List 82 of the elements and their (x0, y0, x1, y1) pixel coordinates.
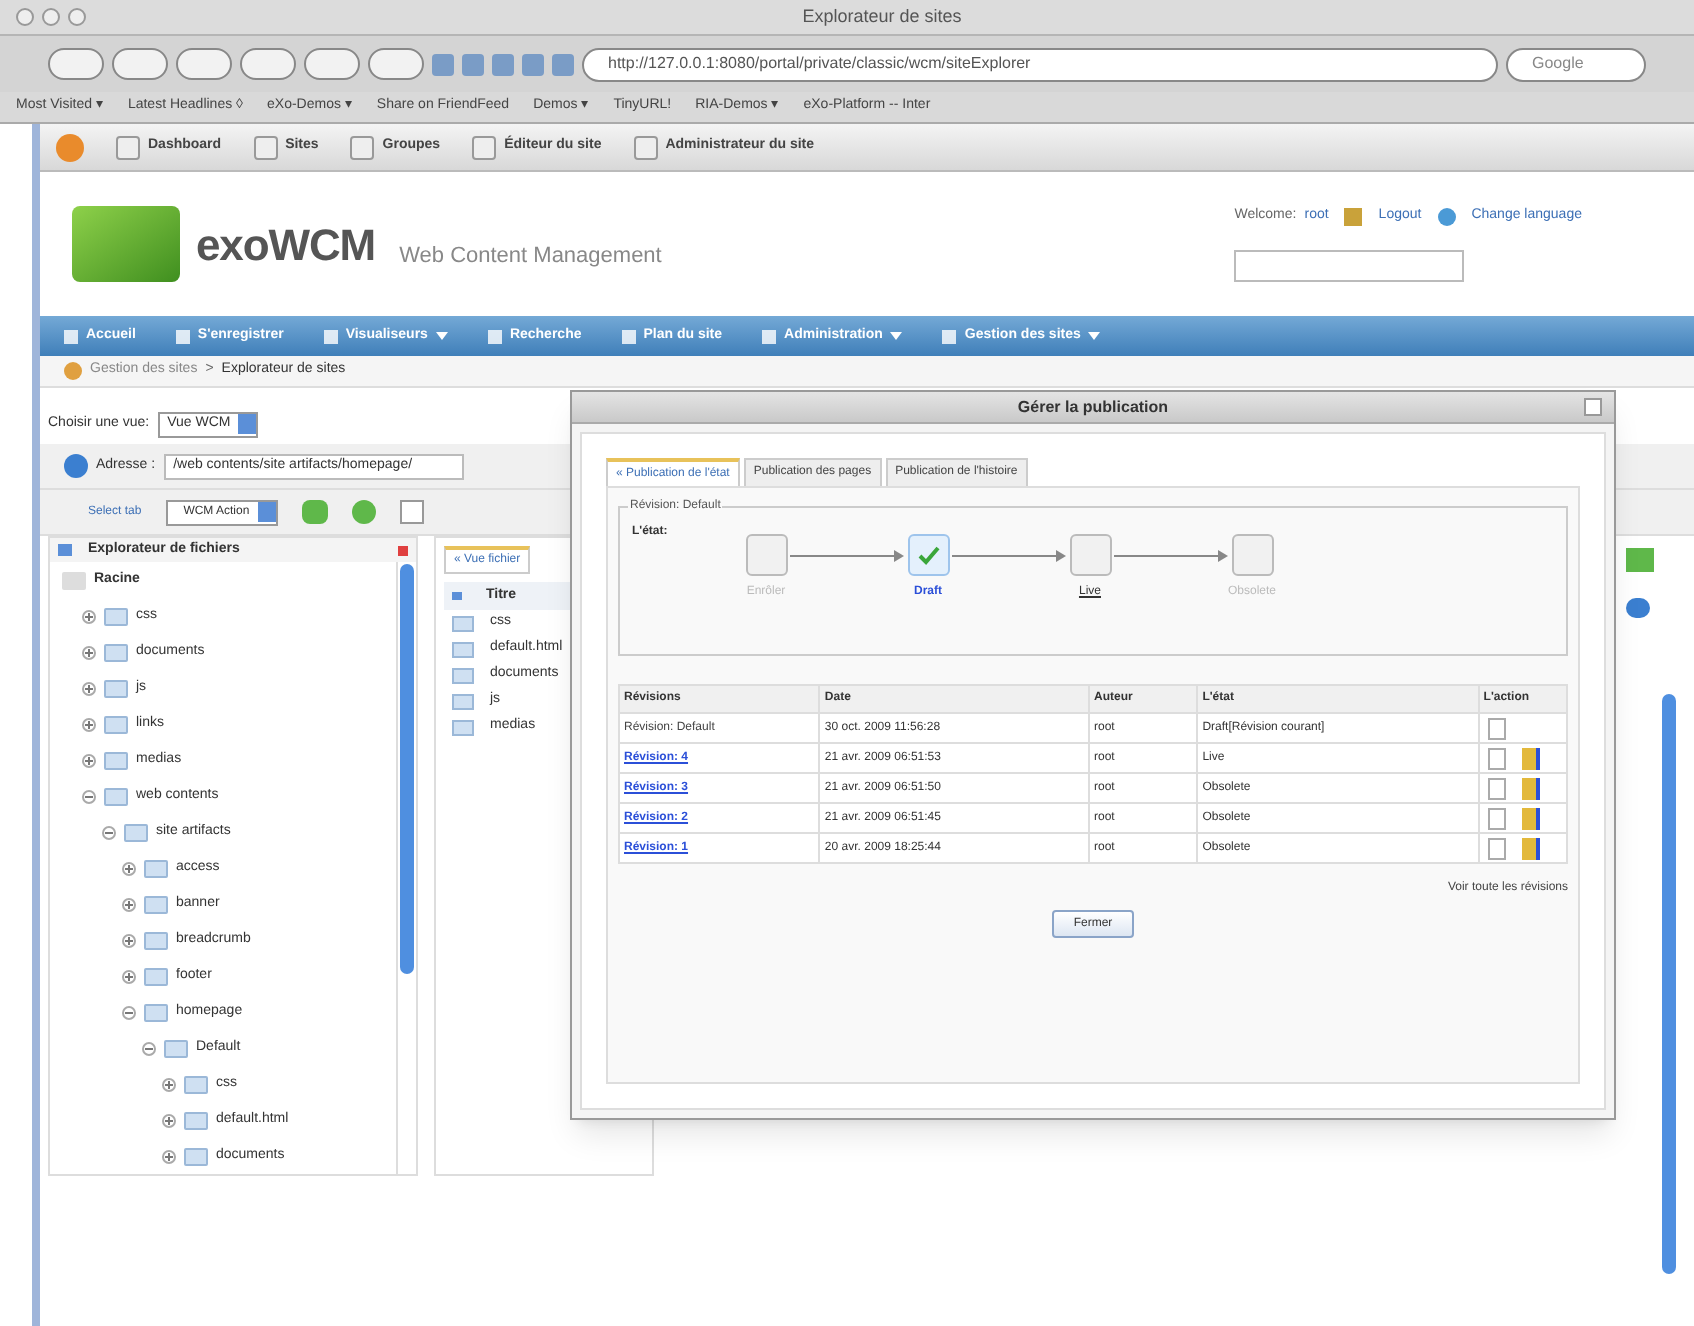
document-icon[interactable] (1487, 747, 1506, 769)
scrollbar-thumb[interactable] (1662, 694, 1676, 1274)
file-icon (452, 641, 474, 657)
folder-icon (184, 1075, 208, 1093)
dropdown-caret-icon[interactable] (1088, 330, 1101, 342)
document-icon[interactable] (1487, 807, 1506, 829)
nav-item-icon (762, 329, 777, 343)
nav-item-icon (621, 329, 636, 343)
toolbar-icon[interactable] (253, 135, 278, 159)
toolbar-icon[interactable] (522, 53, 544, 75)
folder-icon (184, 1111, 208, 1129)
expand-icon[interactable] (82, 645, 96, 659)
file-icon (452, 615, 474, 631)
nav-item-icon (942, 329, 957, 343)
folder-icon (62, 571, 86, 589)
logo-text: exoWCM (196, 217, 376, 273)
toolbar-icon[interactable] (633, 135, 658, 159)
expand-icon[interactable] (122, 861, 136, 875)
file-icon (452, 667, 474, 683)
arrow-icon (1114, 550, 1228, 562)
collapse-icon[interactable] (142, 1041, 156, 1055)
folder-icon (144, 1003, 168, 1021)
scrollbar-thumb[interactable] (400, 564, 414, 974)
expand-icon[interactable] (82, 753, 96, 767)
folder-icon (104, 787, 128, 805)
folder-icon (124, 823, 148, 841)
document-icon[interactable] (1487, 717, 1506, 739)
file-icon (452, 693, 474, 709)
header-subtitle: Web Content Management (399, 241, 662, 272)
expand-icon[interactable] (122, 969, 136, 983)
nav-item-icon (487, 329, 502, 343)
folder-icon (104, 643, 128, 661)
window-title: Explorateur de sites (800, 3, 964, 30)
step-box (1069, 534, 1111, 576)
expand-icon[interactable] (162, 1113, 176, 1127)
step-box (745, 534, 787, 576)
close-icon[interactable] (398, 545, 408, 555)
toolbar-icon[interactable] (552, 53, 574, 75)
collapse-icon[interactable] (82, 789, 96, 803)
toolbar-icon[interactable] (350, 135, 375, 159)
nav-item-icon (175, 329, 190, 343)
collapse-icon[interactable] (122, 1005, 136, 1019)
arrow-icon (790, 550, 904, 562)
expand-icon[interactable] (82, 609, 96, 623)
logo-icon (72, 206, 180, 282)
folder-icon (164, 1039, 188, 1057)
folder-icon (104, 679, 128, 697)
header-search-field[interactable] (1234, 250, 1465, 283)
expand-icon[interactable] (162, 1149, 176, 1163)
nav-item-icon (323, 329, 338, 343)
toolbar-icon[interactable] (116, 135, 140, 159)
document-icon[interactable] (1487, 777, 1506, 799)
toolbar-icon[interactable] (492, 53, 514, 75)
dialog-title: Gérer la publication (1017, 395, 1169, 419)
checkmark-icon (917, 544, 939, 566)
folder-icon (144, 967, 168, 985)
toolbar-icon[interactable] (432, 53, 454, 75)
url-field[interactable]: http://127.0.0.1:8080/portal/private/classic/wcm/siteExplorer (582, 47, 1498, 81)
folder-icon (104, 607, 128, 625)
expand-icon[interactable] (162, 1077, 176, 1091)
search-field[interactable]: Google (1506, 47, 1646, 81)
folder-icon (104, 751, 128, 769)
toolbar-icon[interactable] (472, 135, 497, 159)
expand-icon[interactable] (122, 897, 136, 911)
nav-item-icon (64, 329, 78, 343)
toolbar-icon[interactable] (462, 53, 484, 75)
step-box (1231, 534, 1273, 576)
expand-icon[interactable] (122, 933, 136, 947)
folder-icon (144, 895, 168, 913)
file-icon (452, 719, 474, 735)
expand-icon[interactable] (82, 717, 96, 731)
arrow-icon (952, 550, 1066, 562)
close-icon[interactable] (1584, 398, 1602, 416)
folder-icon (104, 715, 128, 733)
dropdown-caret-icon[interactable] (890, 330, 903, 342)
folder-icon (144, 931, 168, 949)
folder-icon (144, 859, 168, 877)
document-icon[interactable] (1487, 837, 1506, 859)
collapse-icon[interactable] (102, 825, 116, 839)
dropdown-caret-icon[interactable] (435, 330, 448, 342)
expand-icon[interactable] (82, 681, 96, 695)
folder-icon (184, 1147, 208, 1165)
